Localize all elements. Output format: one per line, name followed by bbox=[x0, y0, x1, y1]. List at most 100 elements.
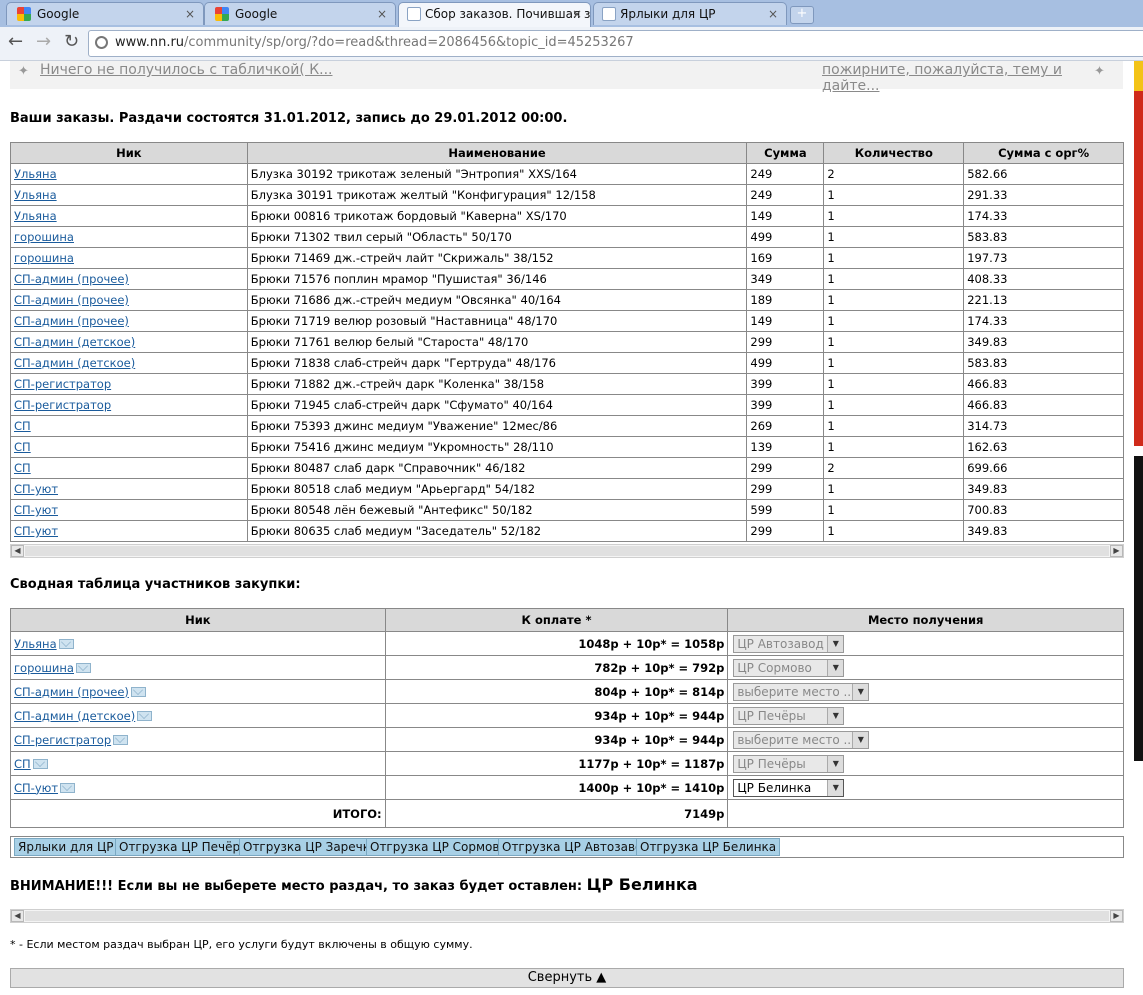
nick-link[interactable]: СП-админ (прочее) bbox=[14, 685, 129, 699]
scroll-left-icon[interactable]: ◀ bbox=[11, 910, 24, 922]
back-arrow-icon[interactable]: ← bbox=[8, 33, 23, 51]
nick-link[interactable]: СП-регистратор bbox=[14, 377, 111, 391]
scroll-right-icon[interactable]: ▶ bbox=[1110, 545, 1123, 557]
amount-to-pay: 934р + 10р* = 944р bbox=[384, 727, 729, 752]
mail-icon[interactable] bbox=[113, 735, 129, 745]
selected-place: выберите место ... bbox=[737, 684, 855, 699]
forward-arrow-icon[interactable]: → bbox=[36, 33, 51, 51]
nav-marker-icon: ✦ bbox=[18, 64, 29, 79]
order-item-name: Брюки 71302 твил серый "Область" 50/170 bbox=[246, 226, 748, 248]
mail-icon[interactable] bbox=[58, 639, 74, 649]
next-topic-link[interactable]: пожирните, пожалуйста, тему и дайте... bbox=[822, 62, 1123, 94]
browser-tab-labels[interactable]: Ярлыки для ЦР × bbox=[593, 2, 787, 25]
order-item-name: Брюки 71882 дж.-стрейч дарк "Коленка" 38… bbox=[246, 373, 748, 395]
nick-link[interactable]: СП bbox=[14, 440, 31, 454]
nick-link[interactable]: СП-админ (детское) bbox=[14, 709, 135, 723]
mail-icon[interactable] bbox=[32, 759, 48, 769]
order-item-name: Блузка 30192 трикотаж зеленый "Энтропия"… bbox=[246, 163, 748, 185]
nick-link[interactable]: СП-регистратор bbox=[14, 733, 111, 747]
browser-tab-orders[interactable]: Сбор заказов. Почившая зак × bbox=[398, 2, 591, 27]
collapse-button[interactable]: Свернуть ▲ bbox=[10, 968, 1124, 988]
order-sum-org: 466.83 bbox=[963, 394, 1124, 416]
nick-link[interactable]: СП-регистратор bbox=[14, 398, 111, 412]
nick-link[interactable]: Ульяна bbox=[14, 637, 57, 651]
nick-link[interactable]: СП bbox=[14, 757, 31, 771]
browser-tab-google-2[interactable]: Google × bbox=[204, 2, 396, 25]
nick-link[interactable]: горошина bbox=[14, 661, 74, 675]
summary-header-row: Ник К оплате * Место получения bbox=[10, 608, 1124, 632]
order-qty: 1 bbox=[823, 310, 965, 332]
nick-link[interactable]: СП-уют bbox=[14, 482, 58, 496]
reload-icon[interactable]: ↻ bbox=[64, 33, 79, 51]
mail-icon[interactable] bbox=[137, 711, 153, 721]
order-sum-org: 314.73 bbox=[963, 415, 1124, 437]
nick-link[interactable]: СП-админ (прочее) bbox=[14, 293, 129, 307]
nick-link[interactable]: СП-админ (детское) bbox=[14, 356, 135, 370]
prev-topic-link[interactable]: Ничего не получилось с табличкой( К... bbox=[40, 62, 333, 78]
google-favicon-icon bbox=[215, 7, 229, 21]
mail-icon[interactable] bbox=[130, 687, 146, 697]
scroll-thumb[interactable] bbox=[25, 546, 1109, 556]
order-sum: 189 bbox=[746, 289, 825, 311]
label-button-5[interactable]: Отгрузка ЦР Белинка bbox=[636, 838, 781, 856]
nick-link[interactable]: Ульяна bbox=[14, 188, 57, 202]
page-horizontal-scrollbar[interactable]: ◀ ▶ bbox=[10, 909, 1124, 923]
order-qty: 1 bbox=[823, 184, 965, 206]
label-button-0[interactable]: Ярлыки для ЦР bbox=[14, 838, 118, 856]
dropdown-arrow-icon: ▼ bbox=[852, 731, 869, 748]
col-to-pay: К оплате * bbox=[384, 608, 729, 632]
mail-icon[interactable] bbox=[75, 663, 91, 673]
mail-icon[interactable] bbox=[60, 783, 76, 793]
order-sum: 249 bbox=[746, 163, 825, 185]
nick-link[interactable]: СП-уют bbox=[14, 781, 58, 795]
order-qty: 1 bbox=[823, 268, 965, 290]
scroll-thumb[interactable] bbox=[25, 911, 1109, 921]
label-button-1[interactable]: Отгрузка ЦР Печёры bbox=[115, 838, 254, 856]
nick-link[interactable]: СП-админ (прочее) bbox=[14, 272, 129, 286]
close-tab-icon[interactable]: × bbox=[377, 3, 387, 25]
order-sum: 499 bbox=[746, 352, 825, 374]
pickup-place-select[interactable]: ЦР Белинка ▼ bbox=[733, 778, 845, 797]
amount-to-pay: 1048р + 10р* = 1058р bbox=[384, 631, 729, 656]
label-button-4[interactable]: Отгрузка ЦР Автозавод bbox=[498, 838, 655, 856]
nick-link[interactable]: СП-уют bbox=[14, 503, 58, 517]
label-button-2[interactable]: Отгрузка ЦР Заречка bbox=[239, 838, 382, 856]
nick-link[interactable]: Ульяна bbox=[14, 209, 57, 223]
nick-link[interactable]: СП-админ (прочее) bbox=[14, 314, 129, 328]
orders-horizontal-scrollbar[interactable]: ◀ ▶ bbox=[10, 544, 1124, 558]
close-tab-icon[interactable]: × bbox=[572, 3, 582, 25]
nick-link[interactable]: СП bbox=[14, 419, 31, 433]
participant-nick-cell: СП-админ (детское) bbox=[10, 703, 386, 728]
nick-link[interactable]: СП-админ (детское) bbox=[14, 335, 135, 349]
order-qty: 1 bbox=[823, 205, 965, 227]
participant-row: СП-админ (прочее) 804р + 10р* = 814р выбер… bbox=[10, 679, 1124, 704]
scroll-left-icon[interactable]: ◀ bbox=[11, 545, 24, 557]
nick-link[interactable]: СП-уют bbox=[14, 524, 58, 538]
order-nick-cell: СП-уют bbox=[10, 520, 248, 542]
browser-tab-google-1[interactable]: Google × bbox=[6, 2, 204, 25]
orders-header-row: Ник Наименование Сумма Количество Сумма … bbox=[10, 142, 1124, 164]
order-sum: 299 bbox=[746, 331, 825, 353]
nick-link[interactable]: СП bbox=[14, 461, 31, 475]
address-bar[interactable]: www.nn.ru/community/sp/org/?do=read&thre… bbox=[88, 30, 1143, 57]
dropdown-arrow-icon: ▼ bbox=[852, 683, 869, 700]
nick-link[interactable]: горошина bbox=[14, 251, 74, 265]
order-qty: 1 bbox=[823, 415, 965, 437]
scroll-right-icon[interactable]: ▶ bbox=[1110, 910, 1123, 922]
order-qty: 1 bbox=[823, 499, 965, 521]
close-tab-icon[interactable]: × bbox=[185, 3, 195, 25]
order-row: горошина Брюки 71469 дж.-стрейч лайт "Скр… bbox=[10, 247, 1124, 269]
order-nick-cell: горошина bbox=[10, 226, 248, 248]
order-row: СП-админ (детское) Брюки 71761 велюр белы… bbox=[10, 331, 1124, 353]
new-tab-button[interactable]: + bbox=[790, 6, 814, 24]
selected-place: ЦР Печёры bbox=[737, 756, 806, 771]
label-button-3[interactable]: Отгрузка ЦР Сормово bbox=[366, 838, 511, 856]
order-nick-cell: СП-регистратор bbox=[10, 373, 248, 395]
nick-link[interactable]: Ульяна bbox=[14, 167, 57, 181]
order-row: СП Брюки 75393 джинс медиум "Уважение" 12… bbox=[10, 415, 1124, 437]
order-qty: 1 bbox=[823, 352, 965, 374]
summary-table: Ник К оплате * Место получения Ульяна 104… bbox=[10, 608, 1124, 828]
close-tab-icon[interactable]: × bbox=[768, 3, 778, 25]
order-row: Ульяна Блузка 30191 трикотаж желтый "Конф… bbox=[10, 184, 1124, 206]
nick-link[interactable]: горошина bbox=[14, 230, 74, 244]
